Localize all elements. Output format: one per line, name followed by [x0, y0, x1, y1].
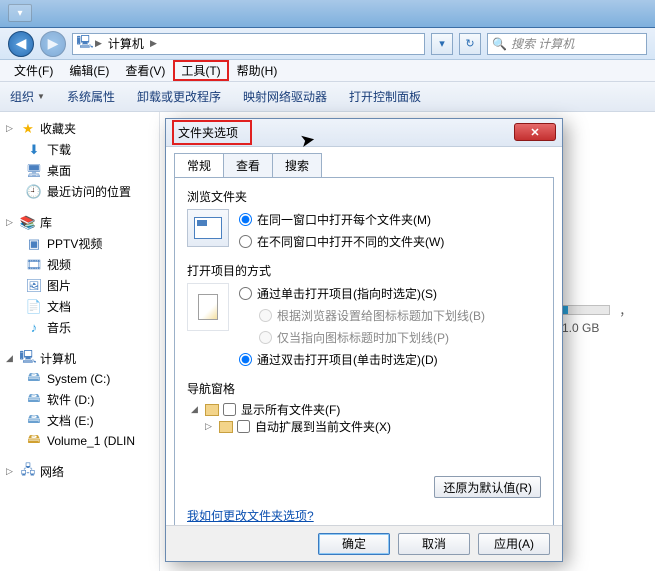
sidebar-item-desktop[interactable]: 🖥桌面 — [4, 160, 155, 181]
radio-double-click[interactable]: 通过双击打开项目(单击时选定)(D) — [239, 351, 485, 368]
folder-options-dialog: 文件夹选项 ✕ 常规 查看 搜索 浏览文件夹 在同一窗口中打开每个文件夹(M) … — [165, 118, 563, 562]
tab-general[interactable]: 常规 — [174, 153, 224, 177]
sidebar-item-recent[interactable]: 🕘最近访问的位置 — [4, 181, 155, 202]
command-toolbar: 组织▼ 系统属性 卸载或更改程序 映射网络驱动器 打开控制面板 — [0, 82, 655, 112]
check-auto-expand[interactable]: 自动扩展到当前文件夹(X) — [237, 418, 391, 435]
refresh-button[interactable]: ↻ — [459, 33, 481, 55]
tab-view[interactable]: 查看 — [223, 153, 273, 177]
computer-icon: 🖳 — [20, 351, 36, 367]
sidebar-item-pptv[interactable]: ▣PPTV视频 — [4, 233, 155, 254]
sidebar-item-documents[interactable]: 📄文档 — [4, 296, 155, 317]
toolbar-system-properties[interactable]: 系统属性 — [67, 88, 115, 105]
tab-panel-general: 浏览文件夹 在同一窗口中打开每个文件夹(M) 在不同窗口中打开不同的文件夹(W)… — [174, 177, 554, 539]
search-icon: 🔍 — [492, 37, 507, 51]
pictures-icon: 🖼 — [26, 278, 42, 294]
dialog-tabs: 常规 查看 搜索 — [174, 153, 562, 177]
sidebar-group-libraries[interactable]: ▷📚库 — [4, 212, 155, 233]
star-icon: ★ — [20, 121, 36, 137]
close-button[interactable]: ✕ — [514, 123, 556, 141]
menu-bar: 文件(F) 编辑(E) 查看(V) 工具(T) 帮助(H) — [0, 60, 655, 82]
sidebar-item-drive-e[interactable]: 🖴文档 (E:) — [4, 410, 155, 431]
menu-file[interactable]: 文件(F) — [6, 60, 61, 81]
network-icon: 🖧 — [20, 464, 36, 480]
radio-single-click[interactable]: 通过单击打开项目(指向时选定)(S) — [239, 285, 485, 302]
section-browse-label: 浏览文件夹 — [187, 188, 541, 205]
removable-drive-icon: 🖴 — [26, 433, 42, 449]
restore-defaults-button[interactable]: 还原为默认值(R) — [434, 476, 541, 498]
address-bar[interactable]: 🖳 ▶ 计算机 ▶ — [72, 33, 425, 55]
drive-icon: 🖴 — [26, 392, 42, 408]
address-row: ◀ ▶ 🖳 ▶ 计算机 ▶ ▾ ↻ 🔍 搜索 计算机 — [0, 28, 655, 60]
menu-help[interactable]: 帮助(H) — [229, 60, 286, 81]
section-nav-label: 导航窗格 — [187, 380, 541, 397]
toolbar-organize[interactable]: 组织▼ — [10, 88, 45, 105]
radio-same-window[interactable]: 在同一窗口中打开每个文件夹(M) — [239, 211, 444, 228]
video-icon: 🎞 — [26, 257, 42, 273]
sidebar-group-network[interactable]: ▷🖧网络 — [4, 461, 155, 482]
tab-search[interactable]: 搜索 — [272, 153, 322, 177]
dialog-title: 文件夹选项 — [172, 120, 252, 145]
toolbar-uninstall[interactable]: 卸载或更改程序 — [137, 88, 221, 105]
library-icon: 📚 — [20, 215, 36, 231]
sidebar-item-drive-volume1[interactable]: 🖴Volume_1 (DLIN — [4, 431, 155, 451]
check-show-all-folders[interactable]: 显示所有文件夹(F) — [223, 401, 340, 418]
open-thumb-icon — [187, 283, 229, 331]
folder-icon — [205, 404, 219, 416]
help-link[interactable]: 我如何更改文件夹选项? — [187, 507, 314, 524]
radio-diff-window[interactable]: 在不同窗口中打开不同的文件夹(W) — [239, 233, 444, 250]
computer-icon: 🖳 — [77, 36, 93, 52]
sidebar-group-computer[interactable]: ◢🖳计算机 — [4, 348, 155, 369]
section-open-label: 打开项目的方式 — [187, 262, 541, 279]
pptv-icon: ▣ — [26, 236, 42, 252]
address-dropdown-button[interactable]: ▾ — [431, 33, 453, 55]
nav-forward-button[interactable]: ▶ — [40, 31, 66, 57]
nav-back-button[interactable]: ◀ — [8, 31, 34, 57]
chevron-right-icon: ▶ — [93, 38, 104, 49]
window-system-icon[interactable]: ▾ — [8, 4, 32, 22]
sidebar-item-drive-d[interactable]: 🖴软件 (D:) — [4, 389, 155, 410]
folder-icon — [219, 421, 233, 433]
sidebar-item-drive-c[interactable]: 🖴System (C:) — [4, 369, 155, 389]
search-input[interactable]: 🔍 搜索 计算机 — [487, 33, 647, 55]
recent-icon: 🕘 — [26, 184, 42, 200]
music-icon: ♪ — [26, 320, 42, 336]
desktop-icon: 🖥 — [26, 163, 42, 179]
toolbar-map-drive[interactable]: 映射网络驱动器 — [243, 88, 327, 105]
sidebar-item-music[interactable]: ♪音乐 — [4, 317, 155, 338]
documents-icon: 📄 — [26, 299, 42, 315]
drive-icon: 🖴 — [26, 371, 42, 387]
search-placeholder: 搜索 计算机 — [511, 35, 574, 52]
apply-button[interactable]: 应用(A) — [478, 533, 550, 555]
chevron-right-icon[interactable]: ▶ — [148, 38, 159, 49]
navigation-sidebar: ▷★收藏夹 ⬇下载 🖥桌面 🕘最近访问的位置 ▷📚库 ▣PPTV视频 🎞视频 🖼… — [0, 112, 160, 571]
dialog-titlebar[interactable]: 文件夹选项 ✕ — [166, 119, 562, 147]
window-titlebar: ▾ — [0, 0, 655, 28]
sidebar-item-downloads[interactable]: ⬇下载 — [4, 139, 155, 160]
sidebar-item-video[interactable]: 🎞视频 — [4, 254, 155, 275]
sidebar-item-pictures[interactable]: 🖼图片 — [4, 275, 155, 296]
cancel-button[interactable]: 取消 — [398, 533, 470, 555]
radio-underline-browser: 根据浏览器设置给图标标题加下划线(B) — [259, 307, 485, 324]
chevron-down-icon: ▼ — [37, 92, 45, 101]
address-segment-computer[interactable]: 计算机 — [104, 35, 148, 52]
menu-tools[interactable]: 工具(T) — [173, 60, 228, 81]
dialog-button-row: 确定 取消 应用(A) — [166, 525, 562, 561]
browse-thumb-icon — [187, 209, 229, 247]
radio-underline-hover: 仅当指向图标标题时加下划线(P) — [259, 329, 485, 346]
ok-button[interactable]: 确定 — [318, 533, 390, 555]
menu-view[interactable]: 查看(V) — [117, 60, 173, 81]
drive-icon: 🖴 — [26, 413, 42, 429]
menu-edit[interactable]: 编辑(E) — [61, 60, 117, 81]
sidebar-group-favorites[interactable]: ▷★收藏夹 — [4, 118, 155, 139]
toolbar-control-panel[interactable]: 打开控制面板 — [349, 88, 421, 105]
download-icon: ⬇ — [26, 142, 42, 158]
